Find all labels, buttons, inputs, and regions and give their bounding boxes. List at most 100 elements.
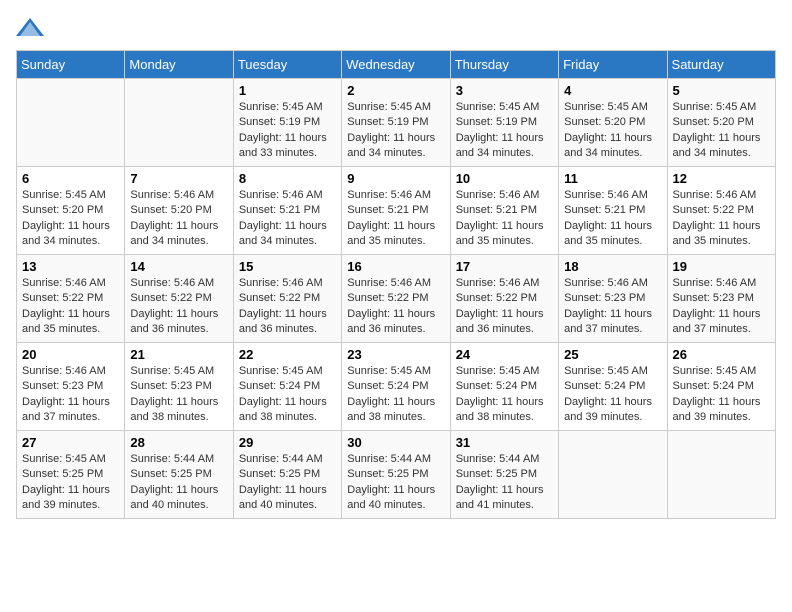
day-number: 14 [130,259,227,274]
day-number: 1 [239,83,336,98]
calendar-day-header: Tuesday [233,51,341,79]
calendar-cell: 3 Sunrise: 5:45 AM Sunset: 5:19 PM Daylig… [450,79,558,167]
calendar-cell: 12Sunrise: 5:46 AM Sunset: 5:22 PM Dayli… [667,167,775,255]
cell-content: Sunrise: 5:46 AM Sunset: 5:21 PM Dayligh… [239,188,336,250]
calendar-cell: 13 Sunrise: 5:46 AM Sunset: 5:22 PM Dayli… [17,255,125,343]
cell-content: Sunrise: 5:46 AM Sunset: 5:21 PM Dayligh… [347,188,444,250]
cell-content: Sunrise: 5:46 AM Sunset: 5:23 PM Dayligh… [22,364,119,426]
day-number: 25 [564,347,661,362]
cell-content: Sunrise: 5:46 AM Sunset: 5:23 PM Dayligh… [564,276,661,338]
day-number: 17 [456,259,553,274]
day-number: 9 [347,171,444,186]
day-number: 7 [130,171,227,186]
cell-content: Sunrise: 5:45 AM Sunset: 5:20 PM Dayligh… [22,188,119,250]
cell-content: Sunrise: 5:45 AM Sunset: 5:24 PM Dayligh… [456,364,553,426]
day-number: 23 [347,347,444,362]
calendar-day-header: Friday [559,51,667,79]
cell-content: Sunrise: 5:46 AM Sunset: 5:21 PM Dayligh… [456,188,553,250]
calendar-cell: 28 Sunrise: 5:44 AM Sunset: 5:25 PM Dayli… [125,431,233,519]
day-number: 30 [347,435,444,450]
page-header [16,16,776,38]
calendar-week-row: 1 Sunrise: 5:45 AM Sunset: 5:19 PM Daylig… [17,79,776,167]
day-number: 28 [130,435,227,450]
cell-content: Sunrise: 5:44 AM Sunset: 5:25 PM Dayligh… [456,452,553,514]
cell-content: Sunrise: 5:45 AM Sunset: 5:24 PM Dayligh… [347,364,444,426]
cell-content: Sunrise: 5:46 AM Sunset: 5:22 PM Dayligh… [673,188,770,250]
calendar-cell: 15 Sunrise: 5:46 AM Sunset: 5:22 PM Dayli… [233,255,341,343]
calendar-cell: 10 Sunrise: 5:46 AM Sunset: 5:21 PM Dayli… [450,167,558,255]
calendar-cell: 9 Sunrise: 5:46 AM Sunset: 5:21 PM Daylig… [342,167,450,255]
cell-content: Sunrise: 5:45 AM Sunset: 5:19 PM Dayligh… [239,100,336,162]
cell-content: Sunrise: 5:45 AM Sunset: 5:24 PM Dayligh… [564,364,661,426]
cell-content: Sunrise: 5:46 AM Sunset: 5:20 PM Dayligh… [130,188,227,250]
calendar-cell [125,79,233,167]
calendar-cell: 21Sunrise: 5:45 AM Sunset: 5:23 PM Dayli… [125,343,233,431]
calendar-cell: 26 Sunrise: 5:45 AM Sunset: 5:24 PM Dayli… [667,343,775,431]
calendar-cell: 6 Sunrise: 5:45 AM Sunset: 5:20 PM Daylig… [17,167,125,255]
day-number: 4 [564,83,661,98]
calendar-week-row: 27Sunrise: 5:45 AM Sunset: 5:25 PM Dayli… [17,431,776,519]
day-number: 6 [22,171,119,186]
calendar-cell: 16Sunrise: 5:46 AM Sunset: 5:22 PM Dayli… [342,255,450,343]
calendar-week-row: 13 Sunrise: 5:46 AM Sunset: 5:22 PM Dayli… [17,255,776,343]
day-number: 18 [564,259,661,274]
day-number: 2 [347,83,444,98]
calendar-cell: 7 Sunrise: 5:46 AM Sunset: 5:20 PM Daylig… [125,167,233,255]
cell-content: Sunrise: 5:46 AM Sunset: 5:22 PM Dayligh… [130,276,227,338]
calendar-cell: 27Sunrise: 5:45 AM Sunset: 5:25 PM Dayli… [17,431,125,519]
calendar-cell: 23 Sunrise: 5:45 AM Sunset: 5:24 PM Dayli… [342,343,450,431]
day-number: 10 [456,171,553,186]
calendar-cell: 31 Sunrise: 5:44 AM Sunset: 5:25 PM Dayli… [450,431,558,519]
day-number: 15 [239,259,336,274]
calendar-table: SundayMondayTuesdayWednesdayThursdayFrid… [16,50,776,519]
calendar-cell: 2Sunrise: 5:45 AM Sunset: 5:19 PM Daylig… [342,79,450,167]
calendar-day-header: Sunday [17,51,125,79]
calendar-cell [17,79,125,167]
calendar-header-row: SundayMondayTuesdayWednesdayThursdayFrid… [17,51,776,79]
day-number: 31 [456,435,553,450]
calendar-cell: 24Sunrise: 5:45 AM Sunset: 5:24 PM Dayli… [450,343,558,431]
calendar-week-row: 20 Sunrise: 5:46 AM Sunset: 5:23 PM Dayli… [17,343,776,431]
day-number: 8 [239,171,336,186]
day-number: 20 [22,347,119,362]
generalblue-logo-icon [16,16,44,38]
calendar-cell: 17 Sunrise: 5:46 AM Sunset: 5:22 PM Dayli… [450,255,558,343]
calendar-cell: 5 Sunrise: 5:45 AM Sunset: 5:20 PM Daylig… [667,79,775,167]
calendar-cell: 29 Sunrise: 5:44 AM Sunset: 5:25 PM Dayli… [233,431,341,519]
calendar-cell [559,431,667,519]
day-number: 27 [22,435,119,450]
cell-content: Sunrise: 5:46 AM Sunset: 5:22 PM Dayligh… [456,276,553,338]
calendar-week-row: 6 Sunrise: 5:45 AM Sunset: 5:20 PM Daylig… [17,167,776,255]
day-number: 29 [239,435,336,450]
calendar-cell: 30Sunrise: 5:44 AM Sunset: 5:25 PM Dayli… [342,431,450,519]
logo [16,16,48,38]
calendar-cell: 20 Sunrise: 5:46 AM Sunset: 5:23 PM Dayli… [17,343,125,431]
calendar-cell: 22Sunrise: 5:45 AM Sunset: 5:24 PM Dayli… [233,343,341,431]
calendar-day-header: Wednesday [342,51,450,79]
day-number: 13 [22,259,119,274]
calendar-cell [667,431,775,519]
calendar-cell: 19 Sunrise: 5:46 AM Sunset: 5:23 PM Dayli… [667,255,775,343]
day-number: 16 [347,259,444,274]
cell-content: Sunrise: 5:46 AM Sunset: 5:21 PM Dayligh… [564,188,661,250]
cell-content: Sunrise: 5:45 AM Sunset: 5:20 PM Dayligh… [564,100,661,162]
cell-content: Sunrise: 5:46 AM Sunset: 5:23 PM Dayligh… [673,276,770,338]
day-number: 11 [564,171,661,186]
cell-content: Sunrise: 5:46 AM Sunset: 5:22 PM Dayligh… [239,276,336,338]
day-number: 26 [673,347,770,362]
calendar-day-header: Thursday [450,51,558,79]
day-number: 3 [456,83,553,98]
cell-content: Sunrise: 5:44 AM Sunset: 5:25 PM Dayligh… [239,452,336,514]
cell-content: Sunrise: 5:45 AM Sunset: 5:19 PM Dayligh… [456,100,553,162]
cell-content: Sunrise: 5:44 AM Sunset: 5:25 PM Dayligh… [130,452,227,514]
cell-content: Sunrise: 5:45 AM Sunset: 5:24 PM Dayligh… [673,364,770,426]
calendar-cell: 1 Sunrise: 5:45 AM Sunset: 5:19 PM Daylig… [233,79,341,167]
cell-content: Sunrise: 5:46 AM Sunset: 5:22 PM Dayligh… [22,276,119,338]
calendar-cell: 11 Sunrise: 5:46 AM Sunset: 5:21 PM Dayli… [559,167,667,255]
cell-content: Sunrise: 5:45 AM Sunset: 5:20 PM Dayligh… [673,100,770,162]
cell-content: Sunrise: 5:45 AM Sunset: 5:23 PM Dayligh… [130,364,227,426]
calendar-cell: 25 Sunrise: 5:45 AM Sunset: 5:24 PM Dayli… [559,343,667,431]
day-number: 19 [673,259,770,274]
calendar-cell: 8 Sunrise: 5:46 AM Sunset: 5:21 PM Daylig… [233,167,341,255]
day-number: 5 [673,83,770,98]
